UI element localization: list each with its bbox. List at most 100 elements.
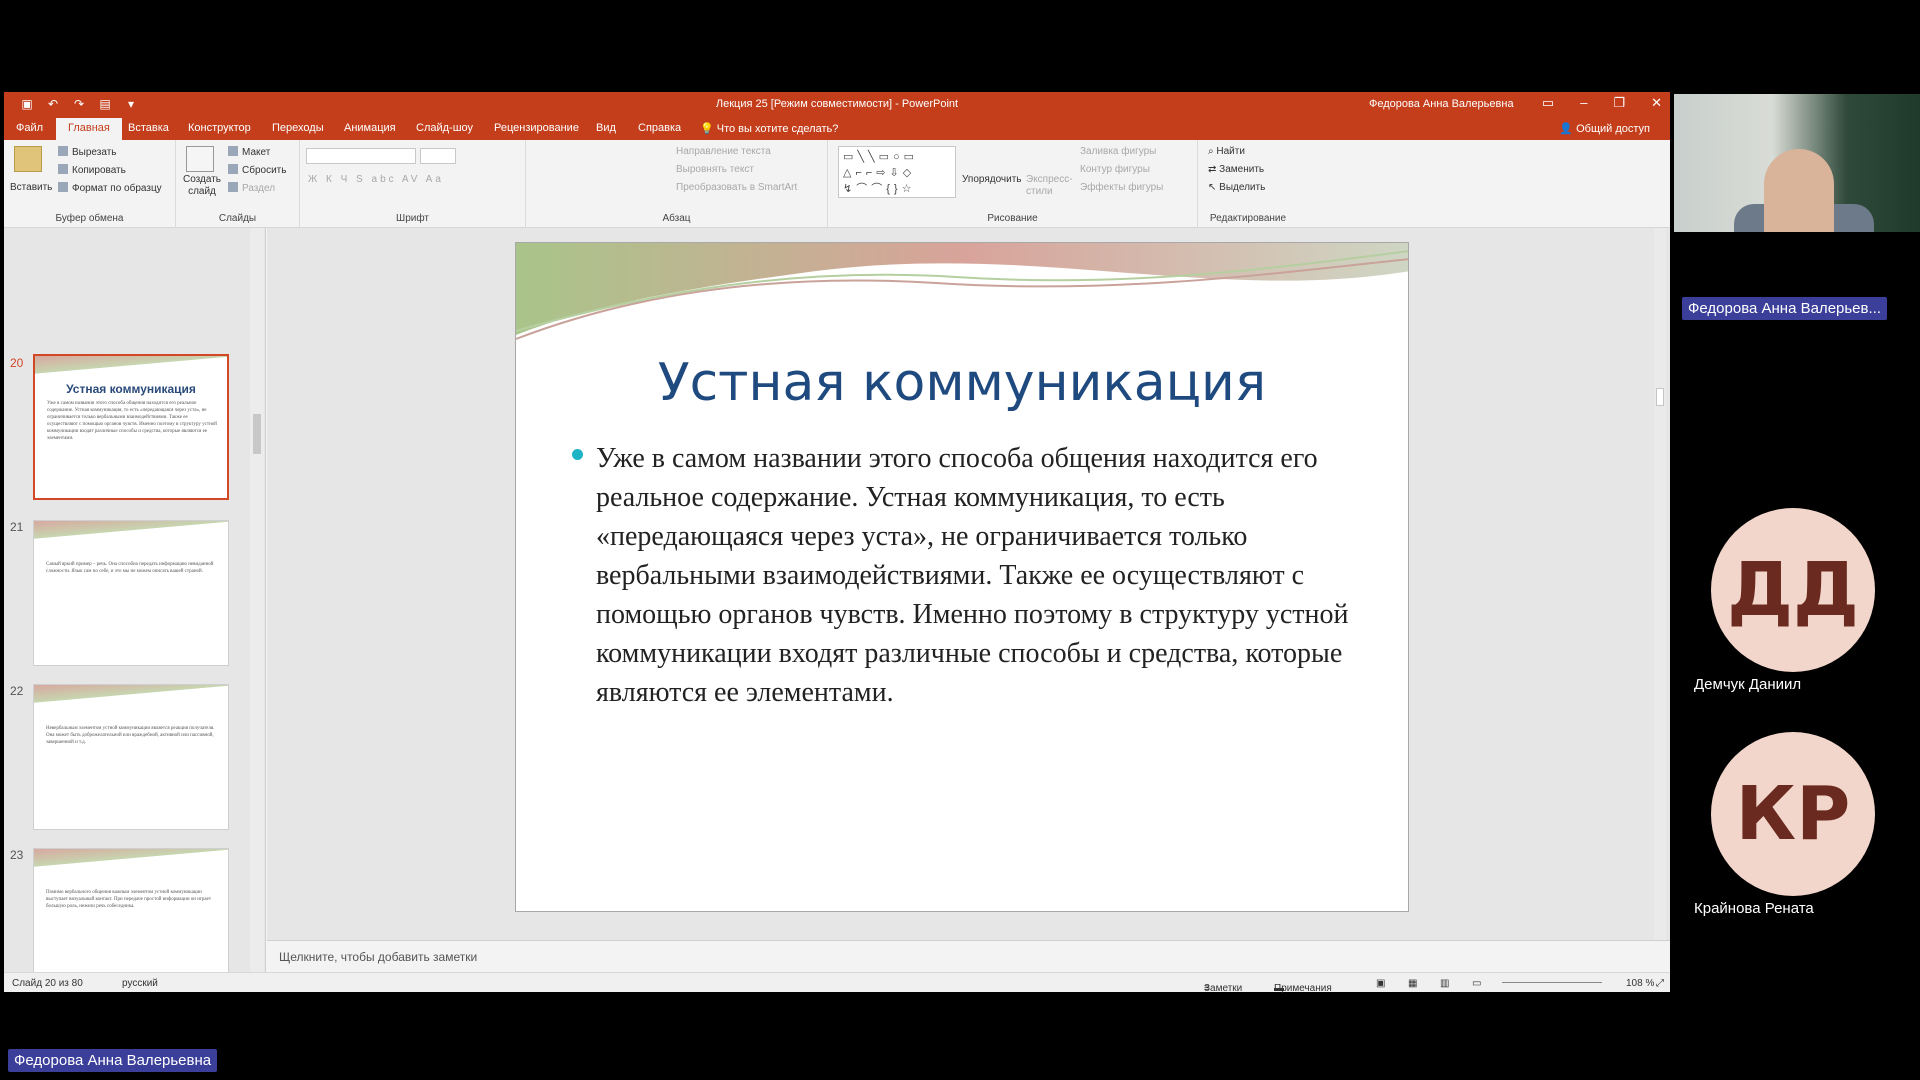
ribbon-tabs: Файл Главная Вставка Конструктор Переход… xyxy=(4,116,1670,140)
minimize-icon[interactable]: – xyxy=(1580,95,1587,111)
slide-header-wave xyxy=(516,243,1408,340)
shape-effects-button[interactable]: Эффекты фигуры xyxy=(1080,182,1163,193)
language-indicator[interactable]: русский xyxy=(122,978,158,989)
normal-view-icon[interactable]: ▣ xyxy=(1376,978,1385,989)
group-label: Шрифт xyxy=(396,213,429,224)
tab-design[interactable]: Конструктор xyxy=(188,122,251,134)
shape-fill-button[interactable]: Заливка фигуры xyxy=(1080,146,1156,157)
shape-outline-button[interactable]: Контур фигуры xyxy=(1080,164,1150,175)
slideshow-icon[interactable]: ▭ xyxy=(1472,978,1481,989)
format-painter-button[interactable]: Формат по образцу xyxy=(58,182,162,194)
slide-thumbnail-20[interactable]: Устная коммуникация Уже в самом названии… xyxy=(33,354,229,500)
thumbnail-text: Невербальным элементом устной коммуникац… xyxy=(46,726,215,745)
tab-insert[interactable]: Вставка xyxy=(128,122,169,134)
group-paragraph: Направление текста Выровнять текст Преоб… xyxy=(526,140,828,228)
zoom-level[interactable]: 108 % xyxy=(1626,978,1654,989)
slide-thumbnail-22[interactable]: Невербальным элементом устной коммуникац… xyxy=(33,684,229,830)
ribbon-display-icon[interactable]: ▭ xyxy=(1542,95,1554,111)
text-direction-button[interactable]: Направление текста xyxy=(676,146,771,157)
reset-button[interactable]: Сбросить xyxy=(228,164,286,176)
tab-view[interactable]: Вид xyxy=(596,122,616,134)
find-button[interactable]: ⌕ Найти xyxy=(1208,146,1245,157)
copy-button[interactable]: Копировать xyxy=(58,164,126,176)
participant-avatar: КР xyxy=(1711,732,1875,896)
participant-avatar: ДД xyxy=(1711,508,1875,672)
select-button[interactable]: ↖ Выделить xyxy=(1208,182,1265,193)
bullet-icon xyxy=(572,449,583,460)
thumbnail-scrollbar[interactable] xyxy=(250,228,264,972)
scroll-thumb[interactable] xyxy=(1656,388,1664,406)
slide-counter: Слайд 20 из 80 xyxy=(12,978,83,989)
align-text-button[interactable]: Выровнять текст xyxy=(676,164,754,175)
tab-transitions[interactable]: Переходы xyxy=(272,122,324,134)
tab-home[interactable]: Главная xyxy=(56,118,122,140)
group-font: Ж К Ч S abc AV Aa Шрифт xyxy=(300,140,526,228)
thumbnail-text: Самый яркий пример – речь. Она способна … xyxy=(46,562,214,574)
close-icon[interactable]: ✕ xyxy=(1651,95,1662,111)
shapes-gallery[interactable]: ▭╲╲▭○▭ △⌐⌐⇨⇩◇ ↯⌒⌒{}☆ xyxy=(838,146,956,198)
screen: ▣ ↶ ↷ ▤ ▾ Лекция 25 [Режим совместимости… xyxy=(0,0,1920,1080)
thumbnail-number: 20 xyxy=(10,356,24,370)
tell-me-search[interactable]: 💡 Что вы хотите сделать? xyxy=(700,122,838,135)
slide-title[interactable]: Устная коммуникация xyxy=(516,353,1408,413)
group-editing: ⌕ Найти ⇄ Заменить ↖ Выделить Редактиров… xyxy=(1198,140,1298,228)
thumbnail-text: Уже в самом названии этого способа общен… xyxy=(47,401,217,441)
copy-icon xyxy=(58,164,68,174)
group-label: Абзац xyxy=(662,213,691,224)
arrange-button[interactable]: Упорядочить xyxy=(962,174,1022,185)
restore-icon[interactable]: ❐ xyxy=(1613,95,1625,111)
thumbnail-title: Устная коммуникация xyxy=(66,382,196,396)
powerpoint-window: ▣ ↶ ↷ ▤ ▾ Лекция 25 [Режим совместимости… xyxy=(4,92,1670,994)
slide-body-text[interactable]: Уже в самом названии этого способа общен… xyxy=(572,439,1356,712)
slide-thumbnail-23[interactable]: Помимо вербального общения важным элемен… xyxy=(33,848,229,972)
presenter-video xyxy=(1674,94,1920,232)
thumbnail-text: Помимо вербального общения важным элемен… xyxy=(46,890,212,909)
tab-review[interactable]: Рецензирование xyxy=(494,122,579,134)
font-name-box[interactable] xyxy=(306,148,416,164)
slide-thumbnail-21[interactable]: Самый яркий пример – речь. Она способна … xyxy=(33,520,229,666)
account-name[interactable]: Федорова Анна Валерьевна xyxy=(1369,98,1514,110)
group-clipboard: Вставить Вырезать Копировать Формат по о… xyxy=(4,140,176,228)
thumbnail-number: 22 xyxy=(10,684,24,698)
tab-slideshow[interactable]: Слайд-шоу xyxy=(416,122,473,134)
slide-thumbnail-pane: 20 Устная коммуникация Уже в самом назва… xyxy=(4,228,266,972)
section-icon xyxy=(228,182,238,192)
tab-file[interactable]: Файл xyxy=(16,122,43,134)
slide-scrollbar[interactable] xyxy=(1654,228,1666,940)
cursor-icon: ↖ xyxy=(1208,182,1220,193)
new-slide-icon[interactable] xyxy=(186,146,214,172)
layout-button[interactable]: Макет xyxy=(228,146,270,158)
current-slide[interactable]: Устная коммуникация Уже в самом названии… xyxy=(515,242,1409,912)
cut-button[interactable]: Вырезать xyxy=(58,146,116,158)
fit-slide-icon[interactable]: ⤢ xyxy=(1656,978,1664,989)
font-size-box[interactable] xyxy=(420,148,456,164)
tab-help[interactable]: Справка xyxy=(638,122,681,134)
replace-button[interactable]: ⇄ Заменить xyxy=(1208,164,1264,175)
quick-styles-button[interactable]: Экспресс-стили xyxy=(1026,174,1073,198)
tab-animations[interactable]: Анимация xyxy=(344,122,396,134)
slide-editing-area: Устная коммуникация Уже в самом названии… xyxy=(267,228,1670,940)
lightbulb-icon: 💡 xyxy=(700,123,714,135)
slide-sorter-icon[interactable]: ▦ xyxy=(1408,978,1417,989)
person-icon: 👤 xyxy=(1559,123,1574,135)
reading-view-icon[interactable]: ▥ xyxy=(1440,978,1449,989)
section-button[interactable]: Раздел xyxy=(228,182,275,194)
screen-share-owner-tag: Федорова Анна Валерьевна xyxy=(8,1049,218,1072)
smartart-button[interactable]: Преобразовать в SmartArt xyxy=(676,182,797,193)
zoom-slider[interactable] xyxy=(1502,982,1602,983)
paste-button[interactable]: Вставить xyxy=(10,182,52,193)
group-slides: Создать слайд Макет Сбросить Раздел Слай… xyxy=(176,140,300,228)
brush-icon xyxy=(58,182,68,192)
font-format-buttons[interactable]: Ж К Ч S abc AV Aa xyxy=(308,174,444,185)
presenter-head xyxy=(1764,149,1834,232)
new-slide-button[interactable]: Создать слайд xyxy=(180,174,224,198)
share-button[interactable]: 👤 Общий доступ xyxy=(1559,122,1650,135)
thumbnail-number: 23 xyxy=(10,848,24,862)
scroll-thumb[interactable] xyxy=(253,414,261,454)
notes-pane[interactable]: Щелкните, чтобы добавить заметки xyxy=(267,940,1670,972)
participant-name: Крайнова Рената xyxy=(1694,900,1814,917)
reset-icon xyxy=(228,164,238,174)
group-label: Рисование xyxy=(987,213,1038,224)
paste-icon[interactable] xyxy=(14,146,42,172)
group-label: Редактирование xyxy=(1209,213,1287,224)
